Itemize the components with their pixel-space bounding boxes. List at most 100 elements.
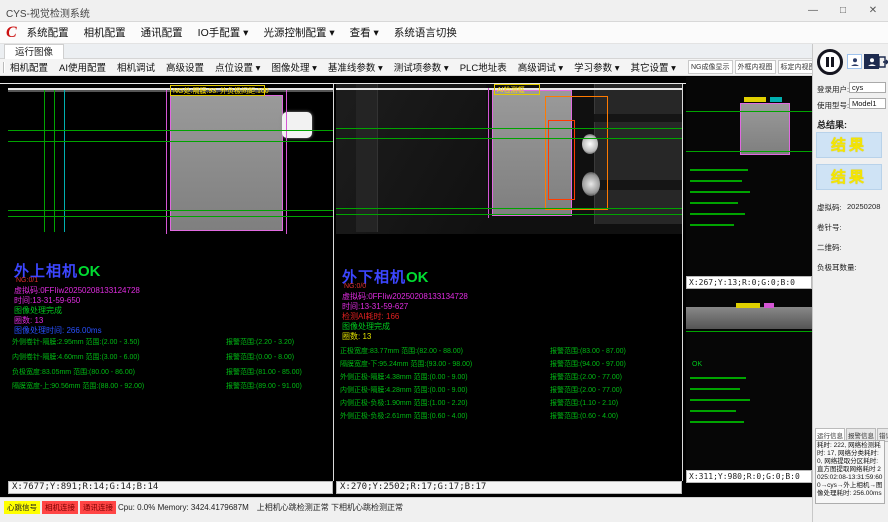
login-user-button[interactable]: [847, 54, 862, 69]
menu-language-switch[interactable]: 系统语言切换: [394, 25, 457, 40]
menu-io-config[interactable]: IO手配置 ▾: [198, 25, 249, 40]
pin-number-label: 卷针号:: [817, 222, 842, 233]
tool-test-params[interactable]: 测试项参数 ▾: [394, 60, 449, 74]
minimize-icon[interactable]: —: [798, 0, 828, 22]
thumb1-text-line: [690, 202, 738, 204]
machine-column: [356, 84, 378, 232]
toolbar-grip: [3, 62, 5, 73]
menu-comm-config[interactable]: 通讯配置: [141, 25, 183, 40]
ng-count-note: NG:0/0: [344, 283, 366, 290]
camera-heartbeat-status: 上相机心跳检测正常 下相机心跳检测正常: [257, 502, 403, 513]
thumb2-text-line: [690, 421, 744, 423]
measurement-alarm: 报警范围:(83.00 - 87.00): [550, 346, 626, 356]
panel-separator-2: [682, 84, 683, 481]
thumbnail-2-coords: X:311;Y:980;R:0;G:0;B:0: [686, 470, 812, 483]
measurement-alarm: 报警范围:(2.00 - 77.00): [550, 385, 622, 395]
virtual-code-label: 虚拟码:: [817, 202, 842, 213]
guide-line-magenta-left: [166, 90, 167, 234]
tool-camera-config[interactable]: 相机配置: [10, 60, 48, 74]
guide-line-magenta-right: [286, 90, 287, 234]
measurement-row: 负极宽度:83.05mm 范围:(80.00 - 86.00): [12, 367, 135, 377]
login-user-field[interactable]: cys: [849, 82, 886, 93]
tool-point-settings[interactable]: 点位设置 ▾: [215, 60, 260, 74]
thumbtab-outer-view[interactable]: 外框内视图: [735, 60, 776, 74]
measurement-alarm: 报警范围:(2.00 - 77.00): [550, 372, 622, 382]
measurement-alarm: 报警范围:(2.20 - 3.20): [226, 337, 294, 347]
maximize-icon[interactable]: □: [828, 0, 858, 22]
glare-spot-2: [582, 172, 600, 196]
close-icon[interactable]: ✕: [858, 0, 888, 22]
ai-detect-label: AI检测框: [497, 85, 525, 95]
neg-tab-count-label: 负极耳数量:: [817, 262, 857, 273]
measurement-row: 内侧卷针-隔膜:4.60mm 范围:(3.00 - 6.00): [12, 352, 140, 362]
camera-ok-status: OK: [78, 263, 101, 280]
upper-camera-view[interactable]: NG处:隔膜:93. 外负极间距:100 外上相机OK NG:0/1 虚拟码:0…: [8, 84, 333, 481]
ng-region-label: NG处:隔膜:93. 外负极间距:100: [173, 86, 269, 96]
tool-camera-debug[interactable]: 相机调试: [117, 60, 155, 74]
panel-separator-1: [333, 84, 334, 481]
measure-line-h2: [8, 141, 333, 142]
menu-view[interactable]: 查看 ▾: [350, 25, 379, 40]
heartbeat-badge: 心跳信号: [4, 501, 40, 514]
thumb1-line2: [686, 151, 812, 152]
measurement-row: 外侧正极-负极:2.61mm 范围:(0.60 - 4.00): [340, 411, 468, 421]
measurement-row: 外侧正极-隔膜:4.38mm 范围:(0.00 - 9.00): [340, 372, 468, 382]
tool-other-settings[interactable]: 其它设置 ▾: [631, 60, 676, 74]
thumb2-line1: [686, 331, 812, 332]
result-badge-upper: 结果: [816, 132, 882, 158]
total-result-label: 总结果:: [817, 118, 847, 131]
pause-icon: [826, 57, 834, 67]
thumb1-text-line: [690, 224, 734, 226]
user-icon: [850, 57, 860, 67]
turns-line: 圈数: 13: [342, 331, 371, 342]
measure-line-h2: [336, 138, 682, 139]
tool-plc-address[interactable]: PLC地址表: [460, 60, 507, 74]
menu-bar: C 系统配置 相机配置 通讯配置 IO手配置 ▾ 光源控制配置 ▾ 查看 ▾ 系…: [0, 22, 888, 44]
tool-advanced-settings[interactable]: 高级设置: [166, 60, 204, 74]
model-label: 使用型号:: [817, 100, 849, 111]
thumbnail-1[interactable]: [686, 77, 812, 276]
menu-system-config[interactable]: 系统配置: [27, 25, 69, 40]
measurement-alarm: 报警范围:(1.10 - 2.10): [550, 398, 618, 408]
thumb2-text-line: [690, 399, 750, 401]
tool-learn-params[interactable]: 学习参数 ▾: [574, 60, 619, 74]
tool-baseline-params[interactable]: 基准线参数 ▾: [328, 60, 383, 74]
login-user-label: 登录用户:: [817, 84, 849, 95]
thumb1-text-line: [690, 213, 745, 215]
process-time-line: 图像处理时间: 266.00ms: [14, 325, 102, 336]
lower-camera-view[interactable]: AI检测框 外下相机OK NG:0/0 虚拟码:0FFIiw2025020813…: [336, 84, 682, 481]
app-logo-icon: C: [6, 24, 17, 42]
glare-spot-1: [582, 134, 598, 154]
logout-button[interactable]: [875, 54, 888, 69]
tab-run-image[interactable]: 运行图像: [4, 44, 64, 59]
measurement-row: 正极宽度:83.77mm 范围:(82.00 - 88.00): [340, 346, 463, 356]
thumb2-ok-text: OK: [692, 361, 702, 368]
thumbtab-ng-display[interactable]: NG成像显示: [688, 60, 733, 74]
title-bar: CYS-视觉检测系统 — □ ✕: [0, 0, 888, 22]
thumb1-text-line: [690, 169, 748, 171]
upper-camera-coords: X:7677;Y:891;R:14;G:14;B:14: [8, 481, 333, 494]
thumb2-label-mark: [736, 303, 760, 308]
measurement-row: 内侧正极-负极:1.90mm 范围:(1.00 - 2.20): [340, 398, 468, 408]
thumb1-cyan-mark: [770, 97, 782, 102]
thumb2-text-line: [690, 410, 736, 412]
model-field[interactable]: Model1: [849, 98, 886, 109]
thumbnail-1-coords: X:267;Y:13;R:0;G:0;B:0: [686, 276, 812, 289]
menu-camera-config[interactable]: 相机配置: [84, 25, 126, 40]
tool-image-processing[interactable]: 图像处理 ▾: [271, 60, 316, 74]
measure-line-h3: [8, 210, 333, 211]
tool-advanced-debug[interactable]: 高级调试 ▾: [518, 60, 563, 74]
pause-button[interactable]: [817, 49, 843, 75]
menu-light-config[interactable]: 光源控制配置 ▾: [263, 25, 334, 40]
ng-count-note: NG:0/1: [16, 277, 38, 284]
run-log-text[interactable]: 耗时: 222, 网络检测耗时: 17, 网络分类耗时: 0, 网络提取分区耗时…: [815, 440, 885, 504]
measure-line-h4: [8, 216, 333, 217]
thumbnail-tabs: NG成像显示 外框内视图 标定内视图: [686, 59, 812, 76]
measure-line-h4: [336, 214, 682, 215]
thumb2-magenta-mark: [764, 303, 774, 308]
thumb2-text-line: [690, 377, 746, 379]
tool-ai-config[interactable]: AI使用配置: [59, 60, 106, 74]
thumbnail-2[interactable]: OK: [686, 289, 812, 470]
thumb1-text-line: [690, 191, 750, 193]
measurement-row: 隔膜宽度-上:90.56mm 范围:(88.00 - 92.00): [12, 381, 144, 391]
